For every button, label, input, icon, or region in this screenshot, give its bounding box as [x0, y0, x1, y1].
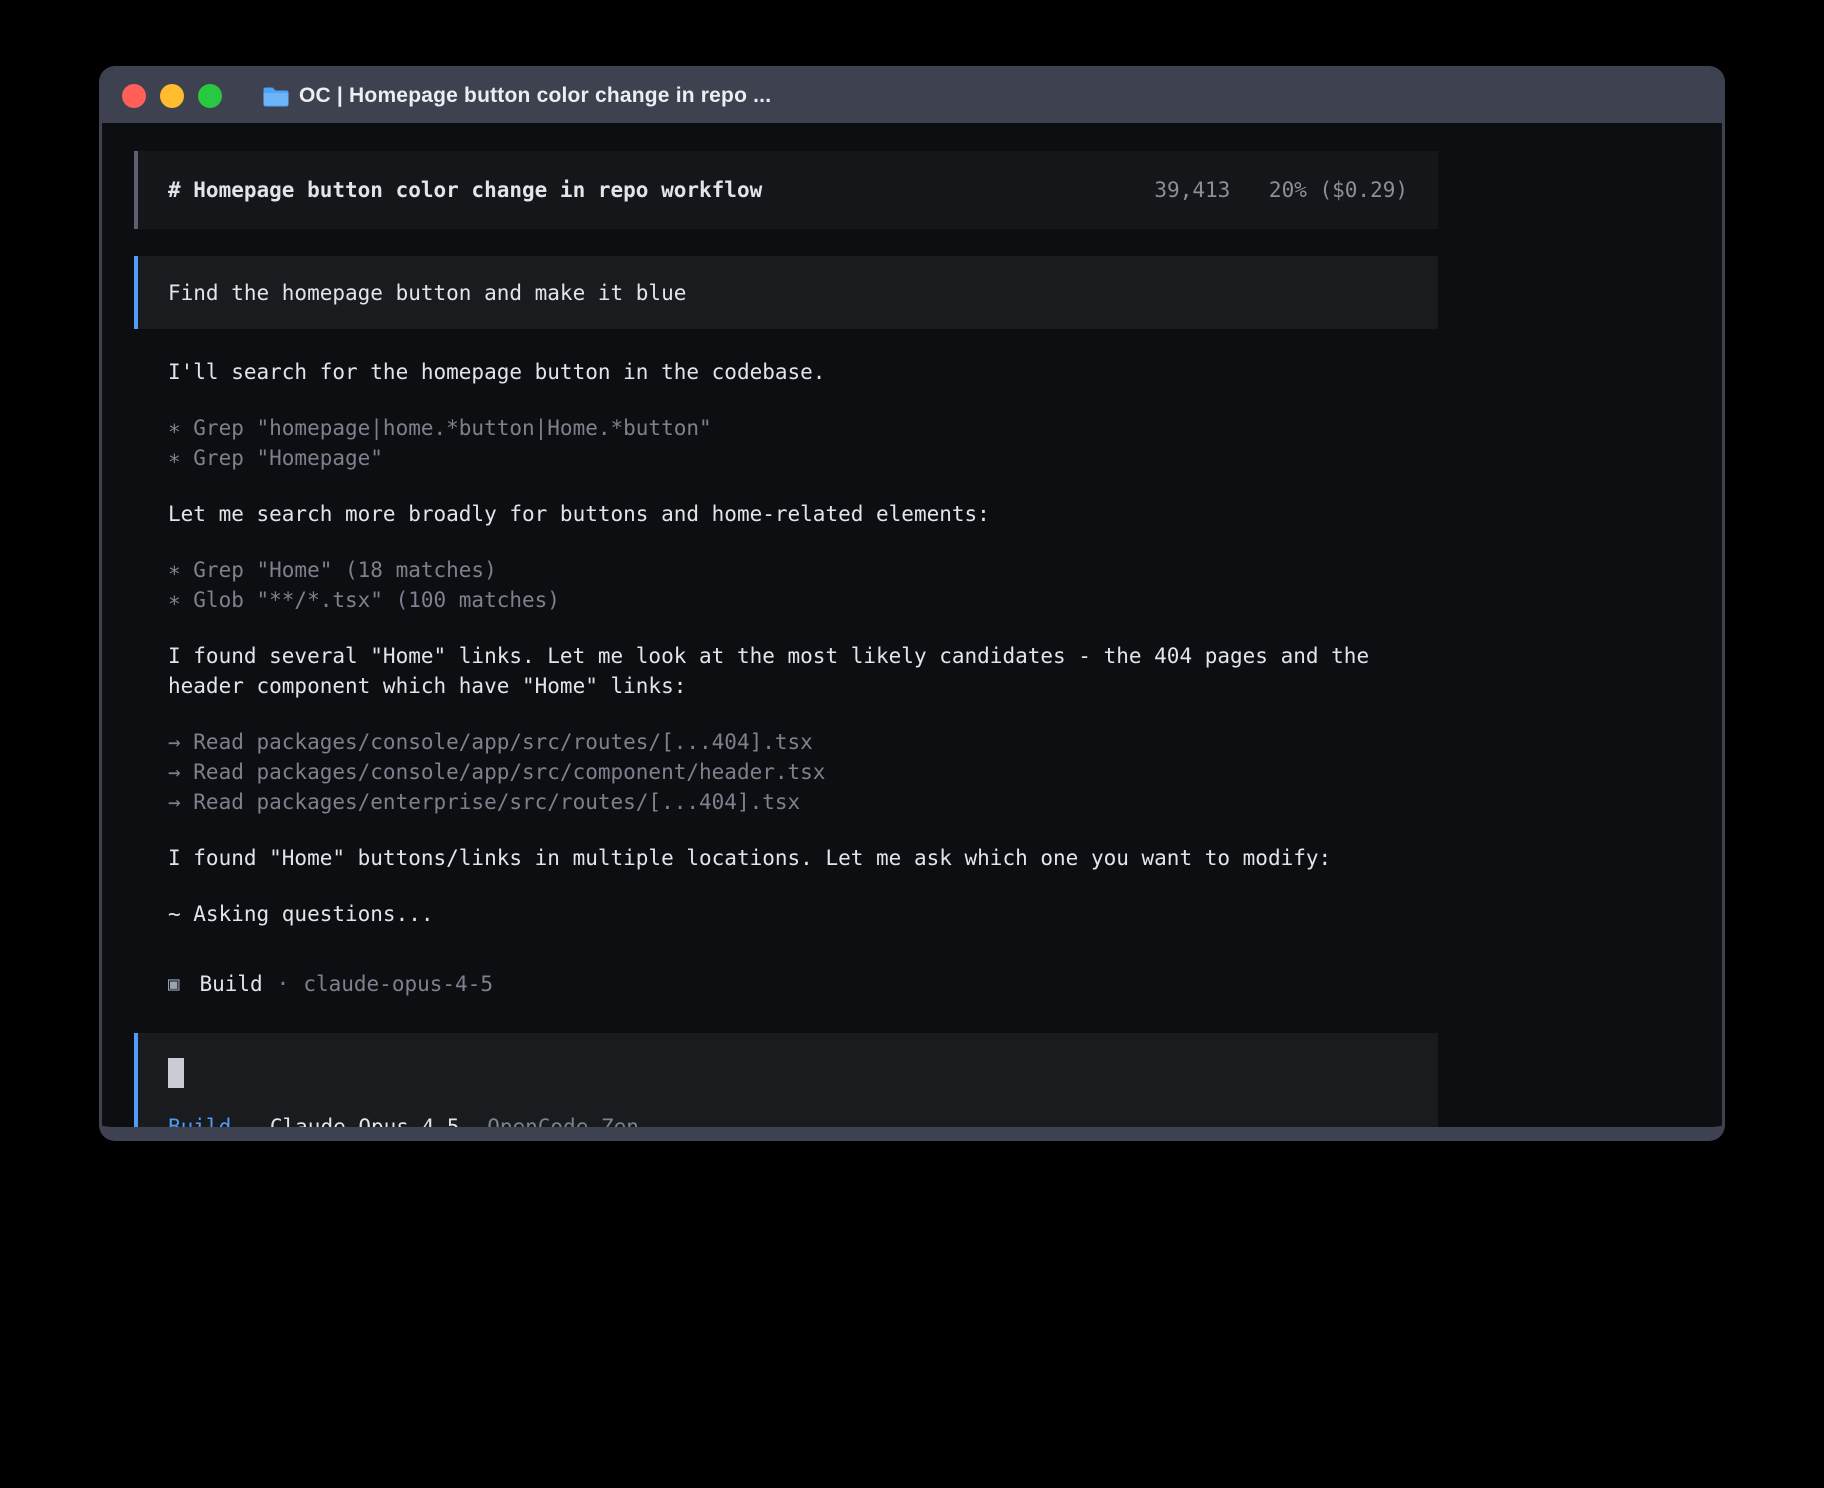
input-meta: Build Claude Opus 4.5 OpenCode Zen — [168, 1112, 1408, 1141]
zoom-button[interactable] — [198, 84, 222, 108]
user-message-text: Find the homepage button and make it blu… — [168, 281, 686, 305]
text-cursor — [168, 1058, 184, 1088]
prompt-input[interactable]: Build Claude Opus 4.5 OpenCode Zen — [134, 1033, 1438, 1141]
context-cost: 20% ($0.29) — [1269, 178, 1408, 202]
assistant-text: I found "Home" buttons/links in multiple… — [168, 843, 1438, 873]
tool-call-group: ∗ Grep "homepage|home.*button|Home.*butt… — [168, 413, 1438, 473]
minimize-button[interactable] — [160, 84, 184, 108]
input-provider-label: OpenCode Zen — [487, 1115, 639, 1139]
agent-model: claude-opus-4-5 — [303, 969, 493, 999]
session-title: # Homepage button color change in repo w… — [168, 178, 762, 202]
input-mode-label: Build — [168, 1115, 231, 1139]
assistant-text: I found several "Home" links. Let me loo… — [168, 641, 1438, 701]
token-count: 39,413 — [1154, 178, 1230, 202]
assistant-text: ~ Asking questions... — [168, 899, 1438, 929]
terminal-window: OC | Homepage button color change in rep… — [99, 66, 1725, 1141]
title-group: OC | Homepage button color change in rep… — [262, 84, 771, 108]
close-button[interactable] — [122, 84, 146, 108]
tool-call-group: ∗ Grep "Home" (18 matches)∗ Glob "**/*.t… — [168, 555, 1438, 615]
terminal-content: # Homepage button color change in repo w… — [102, 151, 1722, 1141]
agent-name: Build — [199, 969, 262, 999]
session-stats: 39,413 20% ($0.29) — [1154, 178, 1408, 202]
input-model-label: Claude Opus 4.5 — [270, 1115, 460, 1139]
agent-icon: ▣ — [168, 969, 179, 999]
traffic-lights — [122, 84, 236, 108]
assistant-text: I'll search for the homepage button in t… — [168, 357, 1438, 387]
agent-status-row: ▣ Build · claude-opus-4-5 — [134, 969, 1438, 999]
folder-icon — [262, 86, 289, 107]
agent-separator: · — [277, 969, 290, 999]
window-title: OC | Homepage button color change in rep… — [299, 84, 771, 108]
user-message: Find the homepage button and make it blu… — [134, 256, 1438, 329]
tool-call-group: → Read packages/console/app/src/routes/[… — [168, 727, 1438, 817]
session-header: # Homepage button color change in repo w… — [134, 151, 1438, 229]
transcript: I'll search for the homepage button in t… — [134, 357, 1438, 929]
window-titlebar[interactable]: OC | Homepage button color change in rep… — [102, 69, 1722, 123]
assistant-text: Let me search more broadly for buttons a… — [168, 499, 1438, 529]
